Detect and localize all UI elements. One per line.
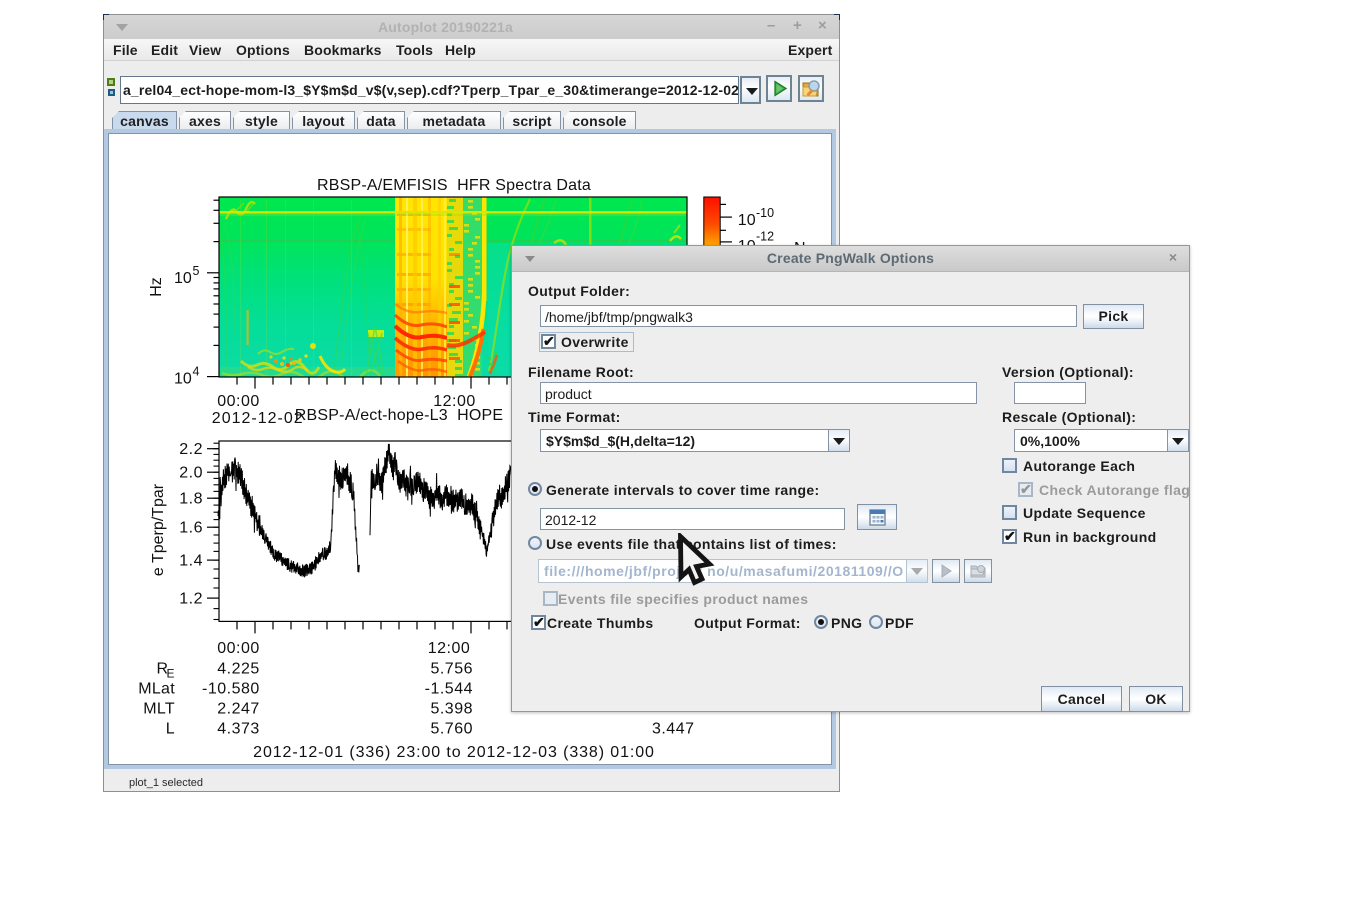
svg-text:2012-12-01 (336) 23:00 to 2012: 2012-12-01 (336) 23:00 to 2012-12-03 (33… — [253, 744, 655, 761]
svg-text:10: 10 — [174, 371, 192, 388]
svg-text:L: L — [166, 721, 175, 738]
svg-text:2012-12-02: 2012-12-02 — [212, 410, 304, 427]
svg-text:4: 4 — [193, 365, 200, 379]
svg-text:-12: -12 — [756, 230, 774, 244]
svg-text:5.760: 5.760 — [430, 721, 473, 738]
svg-text:Hz: Hz — [148, 277, 165, 297]
svg-text:-10.580: -10.580 — [202, 681, 260, 698]
svg-text:MLT: MLT — [143, 701, 175, 718]
svg-text:2.0: 2.0 — [179, 465, 203, 482]
svg-text:RBSP-A/EMFISIS HFR Spectra Da: RBSP-A/EMFISIS HFR Spectra Data — [317, 177, 591, 194]
svg-text:1.8: 1.8 — [179, 491, 203, 508]
svg-text:E: E — [166, 667, 174, 681]
svg-text:MLat: MLat — [138, 681, 175, 698]
svg-text:4.225: 4.225 — [217, 661, 260, 678]
svg-text:1.6: 1.6 — [179, 520, 203, 537]
svg-text:-1.544: -1.544 — [425, 681, 473, 698]
svg-text:2.2: 2.2 — [179, 441, 203, 458]
svg-text:1.4: 1.4 — [179, 553, 203, 570]
svg-text:10: 10 — [174, 270, 192, 287]
svg-text:3.447: 3.447 — [652, 721, 695, 738]
svg-text:1.2: 1.2 — [179, 591, 203, 608]
svg-text:RBSP-A/ect-hope-L3 HOPE: RBSP-A/ect-hope-L3 HOPE — [295, 407, 503, 424]
svg-text:5.756: 5.756 — [430, 661, 473, 678]
svg-text:e Tperp/Tpar: e Tperp/Tpar — [150, 483, 167, 576]
svg-text:00:00: 00:00 — [217, 393, 260, 410]
svg-text:2.247: 2.247 — [217, 701, 260, 718]
svg-text:4.373: 4.373 — [217, 721, 260, 738]
svg-text:-10: -10 — [756, 206, 774, 220]
svg-text:10: 10 — [738, 212, 756, 229]
svg-text:5.398: 5.398 — [430, 701, 473, 718]
svg-text:5: 5 — [193, 264, 200, 278]
svg-text:12:00: 12:00 — [428, 640, 471, 657]
svg-text:00:00: 00:00 — [217, 640, 260, 657]
